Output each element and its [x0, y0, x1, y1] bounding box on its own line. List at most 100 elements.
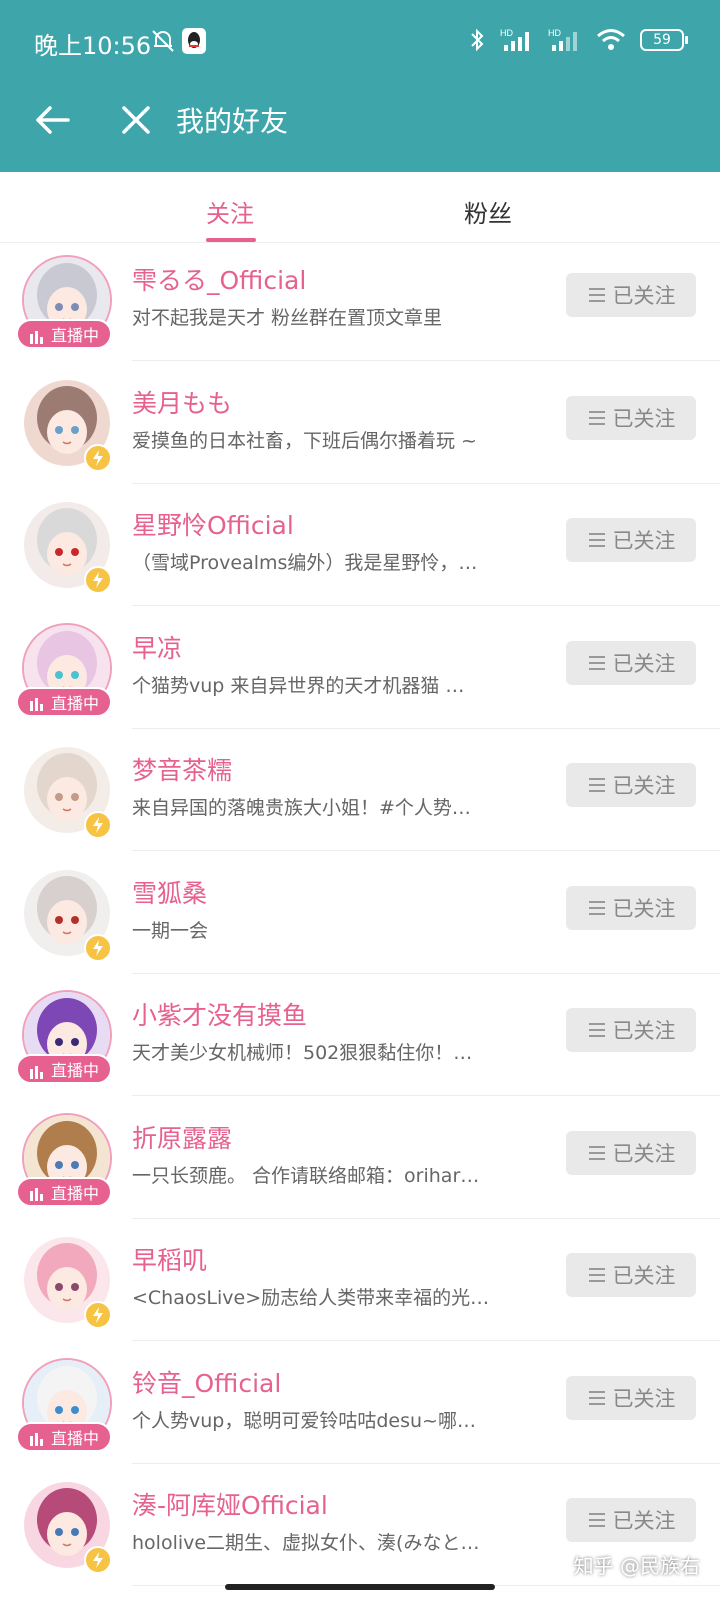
menu-icon [588, 288, 605, 302]
friend-row[interactable]: 美月もも爱摸鱼的日本社畜，下班后偶尔播着玩 ~ 已关注 [0, 360, 720, 484]
followed-button[interactable]: 已关注 [566, 763, 696, 807]
live-badge-label: 直播中 [50, 693, 99, 713]
friend-name[interactable]: 小紫才没有摸鱼 [132, 996, 307, 1032]
friend-bio: 对不起我是天才 粉丝群在置顶文章里 [132, 307, 443, 329]
tab-following[interactable]: 关注 [206, 194, 254, 229]
friend-bio: 天才美少女机械师！502狠狠黏住你！… [132, 1042, 473, 1064]
silent-bell-icon [152, 30, 174, 52]
followed-button-label: 已关注 [612, 1264, 676, 1288]
menu-icon [588, 1513, 605, 1527]
friend-row[interactable]: 星野怜Official （雪域Provealms编外）我是星野怜，… 已关注 [0, 482, 720, 606]
followed-button-label: 已关注 [612, 1141, 676, 1166]
friend-name[interactable]: 梦音茶糯 [132, 751, 232, 787]
status-time: 晚上10:56 [34, 32, 152, 60]
friend-bio: <ChaosLive>励志给人类带来幸福的光… [132, 1287, 490, 1309]
friend-row[interactable]: 直播中 雫るる_Official 对不起我是天才 粉丝群在置顶文章里 已关注 [0, 242, 720, 361]
friend-row[interactable]: 直播中 铃音_Official 个人势vup，聪明可爱铃咕咕desu~哪… 已关注 [0, 1340, 720, 1464]
friend-row[interactable]: 直播中 折原露露一只长颈鹿。 合作请联络邮箱：orihar… 已关注 [0, 1095, 720, 1219]
svg-text:HD: HD [500, 28, 513, 38]
followed-button[interactable]: 已关注 [566, 1008, 696, 1052]
friend-bio: （雪域Provealms编外）我是星野怜，… [132, 552, 478, 574]
verified-bolt-icon [84, 443, 112, 472]
app-header: 晚上10:56 HD HD 59 我的好友 [0, 0, 720, 172]
friend-name[interactable]: 雫るる_Official [132, 261, 306, 297]
followed-button[interactable]: 已关注 [566, 1498, 696, 1542]
friend-name[interactable]: 折原露露 [132, 1119, 232, 1155]
live-badge-label: 直播中 [50, 1428, 99, 1448]
friend-row[interactable]: 直播中 小紫才没有摸鱼天才美少女机械师！502狠狠黏住你！… 已关注 [0, 972, 720, 1096]
live-bars-icon [29, 1065, 43, 1079]
followed-button[interactable]: 已关注 [566, 273, 696, 317]
verified-bolt-icon [84, 1546, 112, 1574]
verified-bolt-icon [84, 933, 112, 962]
live-bars-icon [29, 1433, 43, 1446]
followed-button-label: 已关注 [612, 406, 676, 431]
friend-row[interactable]: 直播中 早凉个猫势vup 来自异世界的天才机器猫 … 已关注 [0, 605, 720, 729]
friend-bio: 爱摸鱼的日本社畜，下班后偶尔播着玩 ~ [132, 429, 477, 452]
friend-name[interactable]: 早凉 [132, 629, 182, 665]
menu-icon [588, 900, 605, 915]
friend-bio: 个人势vup，聪明可爱铃咕咕desu~哪… [132, 1409, 476, 1432]
followed-button-label: 已关注 [612, 896, 676, 921]
live-bars-icon [29, 330, 43, 344]
followed-button-label: 已关注 [612, 651, 676, 676]
battery-level: 59 [653, 32, 671, 48]
verified-bolt-icon [84, 1301, 112, 1329]
friend-bio: hololive二期生、虚拟女仆、湊(みなと… [132, 1532, 480, 1554]
svg-text:HD: HD [548, 28, 561, 38]
live-badge-label: 直播中 [50, 1183, 99, 1203]
live-badge: 直播中 [16, 1054, 112, 1084]
verified-bolt-icon [84, 811, 112, 839]
followed-button[interactable]: 已关注 [566, 1130, 696, 1175]
friend-name[interactable]: 湊-阿库娅Official [132, 1486, 328, 1522]
qq-icon [182, 28, 206, 54]
friend-list[interactable]: 直播中 雫るる_Official 对不起我是天才 粉丝群在置顶文章里 已关注 美月もも爱… [0, 242, 720, 1600]
menu-icon [588, 655, 605, 670]
friend-name[interactable]: 铃音_Official [132, 1364, 281, 1400]
friend-name[interactable]: 早稻叽 [132, 1241, 207, 1277]
friend-row[interactable]: 雪狐桑一期一会 已关注 [0, 850, 720, 974]
friend-bio: 来自异国的落魄贵族大小姐！#个人势… [132, 797, 471, 819]
page-title: 我的好友 [176, 105, 289, 138]
friend-row[interactable]: 早稻叽 <ChaosLive>励志给人类带来幸福的光… 已关注 [0, 1217, 720, 1341]
followed-button[interactable]: 已关注 [566, 1253, 696, 1297]
friend-name[interactable]: 美月もも [132, 384, 232, 420]
live-badge: 直播中 [16, 319, 112, 349]
followed-button[interactable]: 已关注 [566, 885, 696, 930]
live-badge: 直播中 [16, 1176, 112, 1207]
friend-name[interactable]: 雪狐桑 [132, 874, 207, 910]
followed-button-label: 已关注 [612, 1386, 676, 1411]
live-badge-label: 直播中 [50, 1061, 99, 1080]
close-icon[interactable] [118, 102, 154, 138]
followed-button[interactable]: 已关注 [566, 518, 696, 562]
live-bars-icon [29, 1188, 43, 1201]
menu-icon [588, 778, 605, 792]
signal-icon-2: HD [548, 28, 577, 51]
followed-button[interactable]: 已关注 [566, 1375, 696, 1420]
menu-icon [588, 1268, 605, 1282]
followed-button-label: 已关注 [612, 774, 676, 798]
tab-fans[interactable]: 粉丝 [464, 194, 512, 229]
back-arrow-icon[interactable] [32, 102, 72, 138]
followed-button-label: 已关注 [612, 1019, 676, 1043]
menu-icon [588, 1390, 605, 1405]
menu-icon [588, 410, 605, 425]
menu-icon [588, 1023, 605, 1037]
home-indicator[interactable] [225, 1584, 495, 1590]
tab-bar: 关注 粉丝 [0, 172, 720, 243]
friend-row[interactable]: 梦音茶糯来自异国的落魄贵族大小姐！#个人势… 已关注 [0, 727, 720, 851]
followed-button-label: 已关注 [612, 1509, 676, 1533]
friend-bio: 个猫势vup 来自异世界的天才机器猫 … [132, 674, 465, 697]
friend-bio: 一只长颈鹿。 合作请联络邮箱：orihar… [132, 1164, 480, 1187]
followed-button[interactable]: 已关注 [566, 640, 696, 685]
wifi-icon [597, 29, 625, 50]
nav-row: 我的好友 [0, 88, 720, 152]
live-badge-label: 直播中 [50, 326, 99, 345]
friend-name[interactable]: 星野怜Official [132, 506, 294, 542]
friend-bio: 一期一会 [132, 919, 209, 942]
followed-button[interactable]: 已关注 [566, 395, 696, 440]
bluetooth-icon [471, 28, 484, 52]
live-bars-icon [29, 698, 43, 711]
status-icons: HD HD 59 [468, 24, 688, 56]
followed-button-label: 已关注 [612, 529, 676, 553]
